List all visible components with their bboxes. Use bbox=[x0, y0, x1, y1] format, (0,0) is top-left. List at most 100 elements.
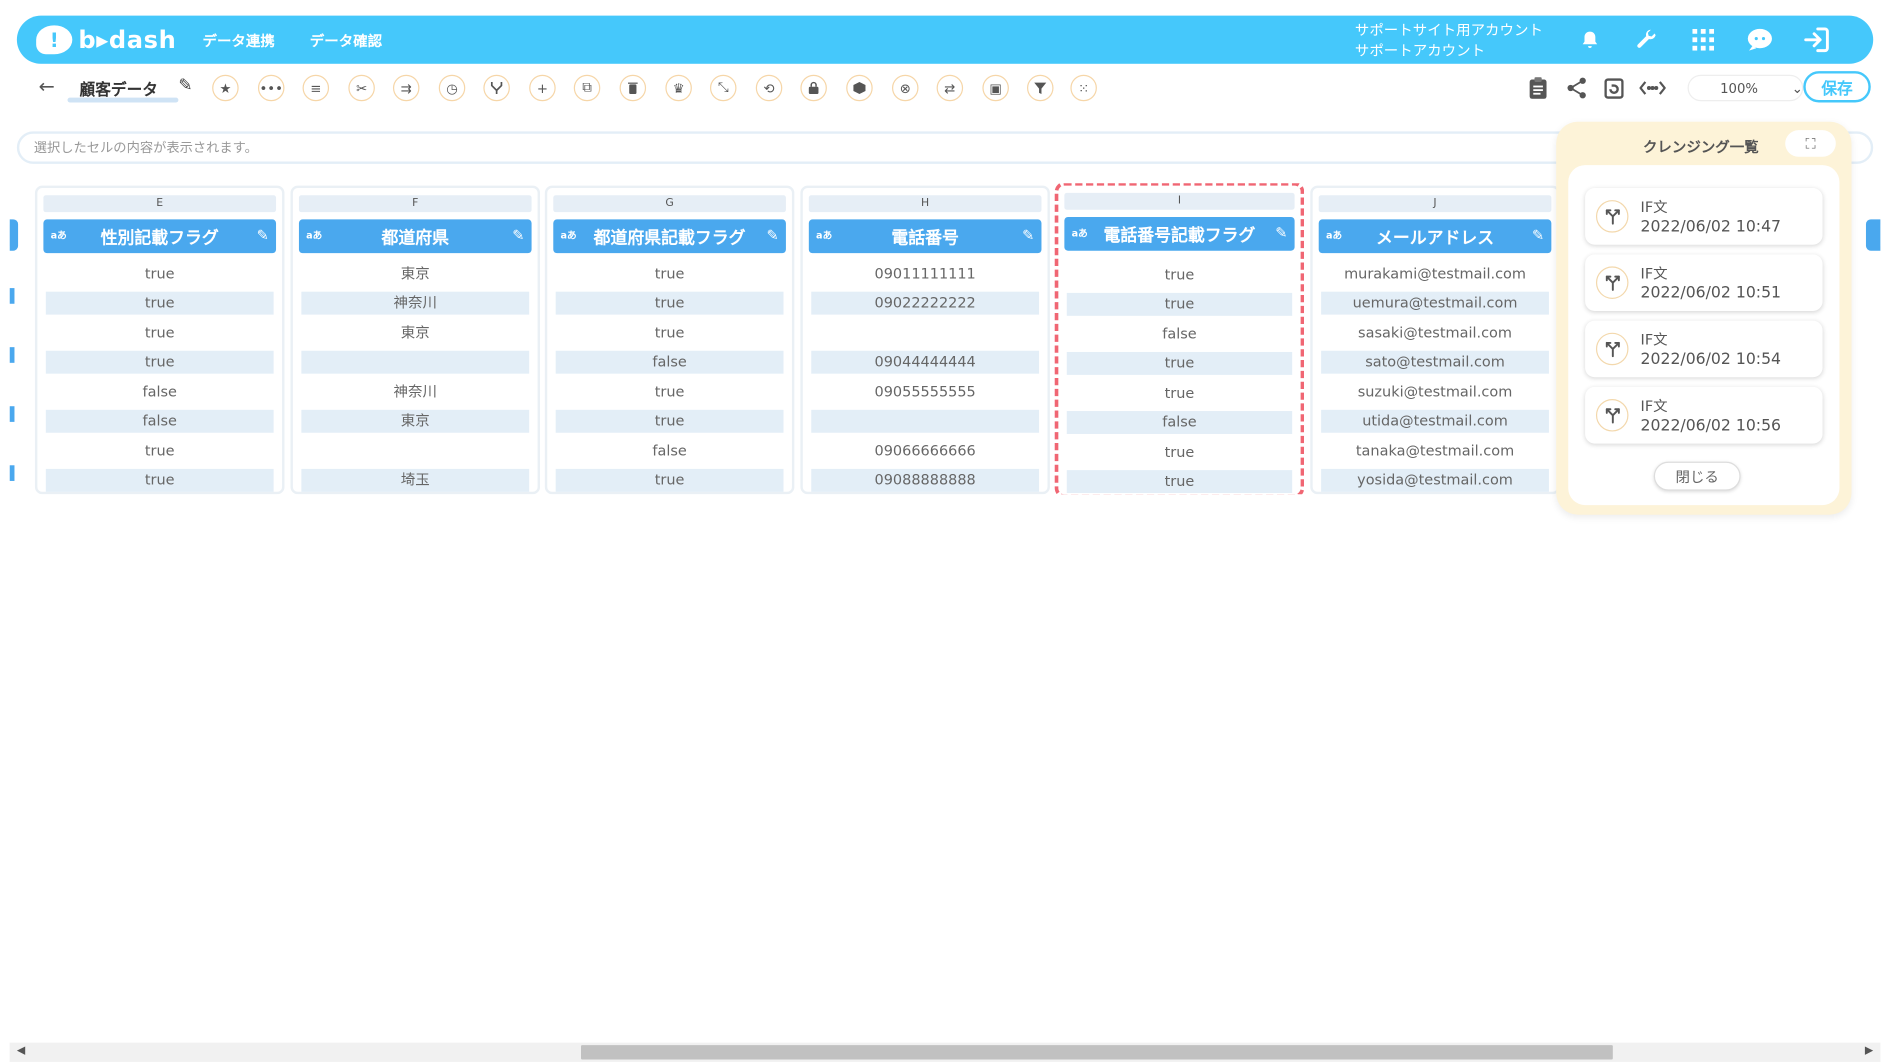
edit-pencil-icon[interactable]: ✎ bbox=[1532, 227, 1544, 244]
cleansing-item[interactable]: IF文 2022/06/02 10:56 bbox=[1585, 386, 1823, 444]
list-icon[interactable]: ≡ bbox=[302, 74, 330, 102]
column-letter[interactable]: G bbox=[553, 195, 786, 213]
column-header[interactable]: aあ 電話番号 ✎ bbox=[808, 219, 1042, 254]
timer-icon[interactable]: ◷ bbox=[438, 74, 466, 102]
scroll-right-icon[interactable]: ▶ bbox=[1865, 1045, 1873, 1057]
table-cell[interactable]: 09055555555 bbox=[811, 381, 1039, 404]
expand-icon[interactable]: ⛶ bbox=[1785, 130, 1836, 157]
table-cell[interactable]: 神奈川 bbox=[301, 291, 530, 315]
logo[interactable]: ! b▸dash bbox=[36, 23, 176, 57]
table-cell[interactable]: true bbox=[555, 409, 784, 433]
compress-icon[interactable]: ⤡ bbox=[709, 74, 737, 102]
column-letter[interactable]: F bbox=[298, 195, 532, 213]
table-cell[interactable]: true bbox=[46, 440, 274, 463]
wrench-icon[interactable] bbox=[1631, 24, 1662, 55]
branch-icon[interactable] bbox=[483, 74, 510, 102]
logout-icon[interactable] bbox=[1801, 24, 1832, 55]
table-cell[interactable]: sato@testmail.com bbox=[1321, 350, 1549, 374]
refresh-icon[interactable] bbox=[1601, 75, 1628, 102]
table-cell[interactable]: 埼玉 bbox=[301, 468, 530, 492]
table-cell[interactable]: tanaka@testmail.com bbox=[1321, 440, 1549, 463]
cancel-icon[interactable]: ⊗ bbox=[891, 74, 919, 102]
grid-dots-icon[interactable]: ⁙ bbox=[1070, 74, 1097, 102]
column-header[interactable]: aあ メールアドレス ✎ bbox=[1318, 219, 1552, 254]
table-cell[interactable]: uemura@testmail.com bbox=[1321, 291, 1549, 315]
table-cell[interactable]: false bbox=[555, 350, 784, 374]
table-cell[interactable]: true bbox=[1067, 382, 1292, 405]
table-cell[interactable]: true bbox=[1066, 292, 1293, 316]
grid-icon[interactable] bbox=[1688, 24, 1719, 55]
table-cell[interactable]: murakami@testmail.com bbox=[1321, 263, 1549, 286]
more-icon[interactable]: ••• bbox=[257, 74, 285, 102]
table-cell[interactable]: true bbox=[555, 291, 784, 315]
table-cell[interactable]: true bbox=[1066, 470, 1293, 494]
table-cell[interactable] bbox=[301, 350, 530, 374]
edit-pencil-icon[interactable]: ✎ bbox=[1275, 224, 1287, 241]
crown-icon[interactable]: ♛ bbox=[665, 74, 692, 102]
share-icon[interactable] bbox=[1563, 75, 1590, 102]
table-cell[interactable]: 東京 bbox=[301, 263, 529, 286]
table-cell[interactable]: true bbox=[46, 322, 274, 345]
table-cell[interactable]: true bbox=[1067, 264, 1292, 287]
copy-icon[interactable]: ⧉ bbox=[573, 74, 601, 102]
table-cell[interactable]: 09066666666 bbox=[811, 440, 1039, 463]
table-cell[interactable]: true bbox=[555, 468, 784, 492]
cleansing-item[interactable]: IF文 2022/06/02 10:51 bbox=[1585, 254, 1823, 311]
edit-pencil-icon[interactable]: ✎ bbox=[257, 227, 269, 244]
bell-icon[interactable] bbox=[1574, 24, 1605, 55]
star-icon[interactable]: ★ bbox=[212, 74, 239, 102]
table-cell[interactable]: utida@testmail.com bbox=[1321, 409, 1549, 433]
column-header[interactable]: aあ 都道府県記載フラグ ✎ bbox=[553, 219, 786, 254]
frame-icon[interactable]: ▣ bbox=[982, 74, 1009, 102]
plus-icon[interactable]: + bbox=[529, 74, 556, 102]
save-button[interactable]: 保存 bbox=[1803, 71, 1871, 103]
column-header[interactable]: aあ 性別記載フラグ ✎ bbox=[43, 219, 277, 254]
chat-icon[interactable] bbox=[1744, 24, 1775, 55]
horizontal-scrollbar[interactable]: ◀ ▶ bbox=[9, 1042, 1881, 1062]
column-letter[interactable]: I bbox=[1064, 192, 1295, 210]
account-info[interactable]: サポートサイト用アカウント サポートアカウント bbox=[1355, 20, 1543, 61]
table-cell[interactable]: 神奈川 bbox=[301, 381, 529, 404]
table-cell[interactable]: true bbox=[45, 350, 274, 374]
scroll-left-icon[interactable]: ◀ bbox=[17, 1045, 25, 1057]
table-cell[interactable]: 09011111111 bbox=[811, 263, 1039, 286]
table-cell[interactable]: true bbox=[556, 322, 784, 345]
table-cell[interactable]: 東京 bbox=[301, 409, 530, 433]
table-cell[interactable]: true bbox=[46, 263, 274, 286]
merge-icon[interactable]: ⇉ bbox=[392, 74, 420, 102]
clipboard-icon[interactable] bbox=[1525, 75, 1552, 102]
table-cell[interactable]: false bbox=[46, 381, 274, 404]
column-letter[interactable]: H bbox=[808, 195, 1042, 213]
back-arrow-icon[interactable]: ← bbox=[39, 75, 55, 98]
edit-pencil-icon[interactable]: ✎ bbox=[1022, 227, 1034, 244]
close-button[interactable]: 閉じる bbox=[1653, 461, 1741, 491]
table-cell[interactable]: 09044444444 bbox=[811, 350, 1040, 374]
table-cell[interactable]: true bbox=[1066, 351, 1293, 375]
repeat-icon[interactable]: ⟲ bbox=[755, 74, 783, 102]
table-cell[interactable]: false bbox=[45, 409, 274, 433]
column-header[interactable]: aあ 電話番号記載フラグ ✎ bbox=[1064, 216, 1295, 251]
table-cell[interactable]: yosida@testmail.com bbox=[1321, 468, 1549, 492]
code-icon[interactable] bbox=[1639, 75, 1666, 102]
table-cell[interactable] bbox=[811, 409, 1040, 433]
box-icon[interactable] bbox=[846, 74, 873, 102]
table-cell[interactable]: true bbox=[556, 263, 784, 286]
table-cell[interactable]: suzuki@testmail.com bbox=[1321, 381, 1549, 404]
zoom-select[interactable]: 100% ⌄ bbox=[1687, 74, 1804, 102]
edit-pencil-icon[interactable]: ✎ bbox=[767, 227, 779, 244]
table-cell[interactable]: true bbox=[45, 291, 274, 315]
table-cell[interactable] bbox=[301, 440, 529, 463]
filter-icon[interactable] bbox=[1027, 74, 1054, 102]
edit-pencil-icon[interactable]: ✎ bbox=[512, 227, 524, 244]
cleansing-item[interactable]: IF文 2022/06/02 10:54 bbox=[1585, 320, 1823, 378]
nav-data-link[interactable]: データ連携 bbox=[203, 30, 275, 50]
column-letter[interactable]: E bbox=[43, 195, 277, 213]
table-cell[interactable]: true bbox=[556, 381, 784, 404]
rename-pencil-icon[interactable]: ✎ bbox=[178, 76, 192, 95]
table-cell[interactable]: false bbox=[1066, 411, 1293, 434]
scroll-thumb[interactable] bbox=[581, 1045, 1613, 1060]
table-cell[interactable]: 東京 bbox=[301, 322, 529, 345]
cleansing-item[interactable]: IF文 2022/06/02 10:47 bbox=[1585, 188, 1823, 245]
table-cell[interactable]: false bbox=[556, 440, 784, 463]
table-cell[interactable]: 09022222222 bbox=[811, 291, 1040, 315]
